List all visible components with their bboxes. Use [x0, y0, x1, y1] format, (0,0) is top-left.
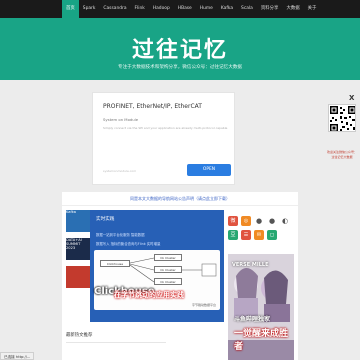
- square-icon[interactable]: ◻: [267, 230, 277, 240]
- side-ad-image[interactable]: VERSE MILLE 斗鱼哔哩独家 一觉醒来成胜者: [228, 254, 294, 360]
- left-thumbnails: Kafka DATA+AI SUMMIT 2023: [64, 210, 92, 294]
- browser-status-bar: 已连接 http://...: [0, 352, 35, 360]
- thumb-data-ai-summit[interactable]: DATA+AI SUMMIT 2023: [66, 238, 90, 260]
- architecture-diagram: Clickhouse Ck Cluster Ck Cluster Ck Clus…: [94, 250, 220, 310]
- nav-item-home[interactable]: 首页: [62, 0, 79, 18]
- diagram-box-cluster-1: Ck Cluster: [154, 254, 182, 261]
- nav-item-resources[interactable]: 资料分享: [257, 0, 283, 18]
- qr-caption: 欢迎关注微信公众号：过往记忆大数据: [326, 150, 357, 159]
- diagram-box-clickhouse: Clickhouse: [100, 260, 130, 267]
- ad-heading[interactable]: PROFINET, EtherNet/IP, EtherCAT: [103, 103, 202, 110]
- nav-item-about[interactable]: 关于: [304, 0, 321, 18]
- thumb-kafka[interactable]: Kafka: [66, 210, 90, 232]
- ad-open-button[interactable]: OPEN: [187, 164, 231, 176]
- social-icons: 微 ◎ ● ● ◐ 豆 ☰ ✉ ◻: [228, 216, 296, 244]
- weibo-icon[interactable]: 微: [228, 216, 238, 226]
- diagram-box-cluster-3: Ck Cluster: [154, 278, 182, 285]
- diagram-footer: 字节跳动数据平台: [191, 303, 216, 307]
- nav-item-hbase[interactable]: HBase: [174, 0, 196, 18]
- menu-icon[interactable]: ☰: [241, 230, 251, 240]
- manga-logo: VERSE MILLE: [232, 262, 269, 268]
- divider: [66, 342, 166, 343]
- github-icon[interactable]: ●: [254, 216, 264, 226]
- nav-item-spark[interactable]: Spark: [79, 0, 100, 18]
- article-line-1: 数据一站到平台化服务 智能数据: [96, 233, 145, 237]
- article-overlay-subtitle: 在字节跳动的应用实践: [114, 291, 184, 299]
- nav-item-hume[interactable]: Hume: [196, 0, 217, 18]
- nav-item-scala[interactable]: Scala: [237, 0, 257, 18]
- ad-source: System on Module: [103, 117, 139, 122]
- nav-item-kafka[interactable]: Kafka: [217, 0, 237, 18]
- article-label: 实时实践: [96, 217, 115, 222]
- thumb-summit-label: DATA+AI SUMMIT 2023: [66, 238, 82, 250]
- nav-items: 首页 Spark Cassandra Flink Hadoop HBase Hu…: [62, 0, 320, 18]
- ad-card[interactable]: PROFINET, EtherNet/IP, EtherCAT System o…: [92, 92, 235, 185]
- thumb-red[interactable]: [66, 266, 90, 288]
- ad-description: Simply connect via the SPI and your appl…: [103, 126, 228, 130]
- featured-article-image[interactable]: 实时实践 数据一站到平台化服务 智能数据 数据写入 指标的聚合查询与Flink …: [90, 210, 224, 322]
- ghost-icon[interactable]: ◐: [280, 216, 290, 226]
- qr-code-image: [328, 104, 356, 132]
- nav-item-cassandra[interactable]: Cassandra: [99, 0, 130, 18]
- ad-url: systemonmodule.com: [103, 169, 137, 173]
- nav-item-hadoop[interactable]: Hadoop: [149, 0, 174, 18]
- article-line-2: 数据写入 指标的聚合查询与Flink 实时增量: [96, 242, 161, 246]
- mail-icon[interactable]: ✉: [254, 230, 264, 240]
- nav-item-bigdata[interactable]: 大数据: [282, 0, 303, 18]
- manga-text-2: 一觉醒来成胜者: [234, 329, 289, 352]
- manga-text-1: 斗鱼哔哩独家: [234, 316, 271, 323]
- top-navigation-bar: 首页 Spark Cassandra Flink Hadoop HBase Hu…: [0, 0, 360, 18]
- thumb-kafka-label: Kafka: [66, 210, 76, 214]
- rss-icon[interactable]: ◎: [241, 216, 251, 226]
- site-title[interactable]: 过往记忆: [0, 32, 360, 64]
- main-content: 同是本文大数据的导航网站公告声明（请点此立即下载） Kafka DATA+AI …: [62, 192, 298, 360]
- recommend-heading: 最新热文推荐: [66, 333, 93, 338]
- nav-item-flink[interactable]: Flink: [131, 0, 149, 18]
- close-icon[interactable]: X: [349, 94, 354, 102]
- notice-link[interactable]: 同是本文大数据的导航网站公告声明（请点此立即下载）: [62, 192, 298, 206]
- douban-icon[interactable]: 豆: [228, 230, 238, 240]
- site-subtitle: 专注于大数据技术和架构分享，微信公众号：过往记忆大数据: [117, 65, 243, 70]
- site-banner: 过往记忆 专注于大数据技术和架构分享，微信公众号：过往记忆大数据: [0, 18, 360, 80]
- diagram-box-cluster-2: Ck Cluster: [154, 266, 182, 273]
- github-alt-icon[interactable]: ●: [267, 216, 277, 226]
